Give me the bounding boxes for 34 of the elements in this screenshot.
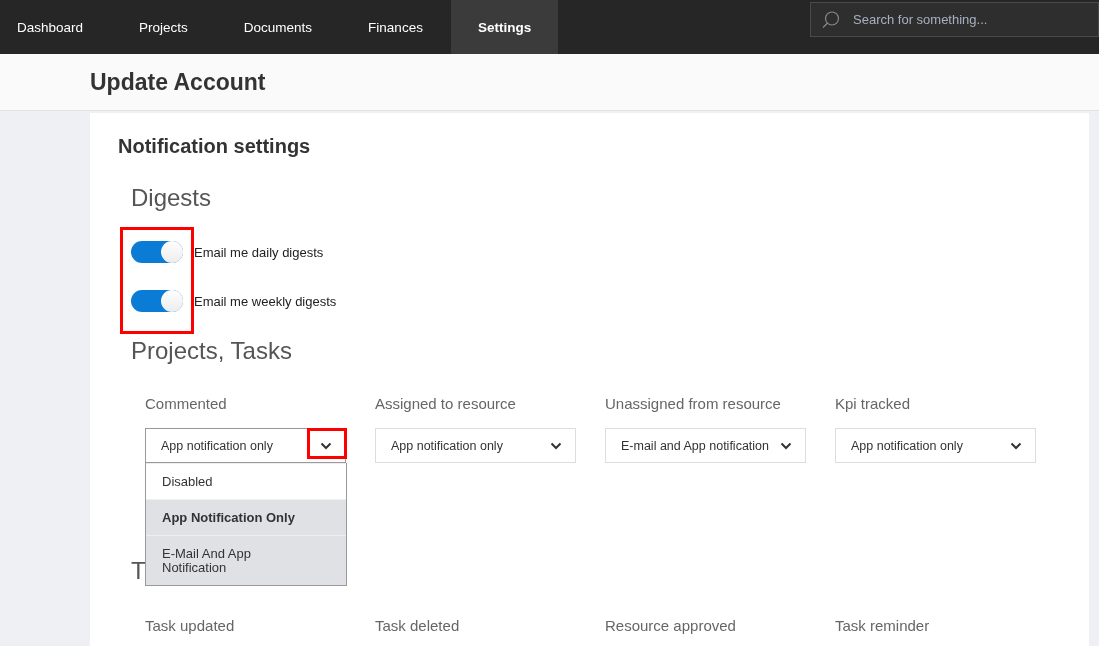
field-label: Commented (145, 395, 228, 413)
dropdown-select[interactable]: App notification only (835, 428, 1036, 463)
field-label: Task deleted (375, 617, 461, 635)
nav-tab[interactable]: Finances (340, 0, 451, 54)
dropdown-option[interactable]: App Notification Only (146, 499, 346, 535)
caret-icon (320, 441, 332, 450)
nav-tab[interactable]: Settings (450, 0, 559, 54)
section-heading: Projects, Tasks (131, 337, 293, 365)
field-label: Assigned to resource (375, 395, 517, 413)
toggle-label: Email me weekly digests (194, 293, 337, 309)
search-icon (822, 11, 840, 29)
caret-icon (550, 441, 562, 450)
nav-tab[interactable]: Dashboard (0, 0, 112, 54)
dropdown-select[interactable]: E-mail and App notification (605, 428, 806, 463)
field-label: Task reminder (835, 617, 931, 635)
card-title: Notification settings (118, 134, 312, 158)
dropdown-select[interactable]: App notification only (375, 428, 576, 463)
toggle-label: Email me daily digests (194, 244, 324, 260)
dropdown-option[interactable]: E-Mail And App Notification (146, 535, 346, 585)
nav-tab[interactable]: Projects (111, 0, 216, 54)
toggle-switch[interactable] (131, 241, 183, 263)
dropdown-select[interactable]: App notification only (145, 428, 346, 463)
field-label: Kpi tracked (835, 395, 912, 413)
search-field[interactable]: Search for something... (810, 2, 1099, 37)
section-heading: T (131, 557, 146, 585)
field-label: Unassigned from resource (605, 395, 782, 413)
section-heading: Digests (131, 184, 213, 212)
nav-tab[interactable]: Documents (215, 0, 341, 54)
page-title: Update Account (90, 68, 266, 96)
caret-icon (1010, 441, 1022, 450)
field-label: Resource approved (605, 617, 737, 635)
caret-icon (780, 441, 792, 450)
field-label: Task updated (145, 617, 236, 635)
toggle-switch[interactable] (131, 290, 183, 312)
